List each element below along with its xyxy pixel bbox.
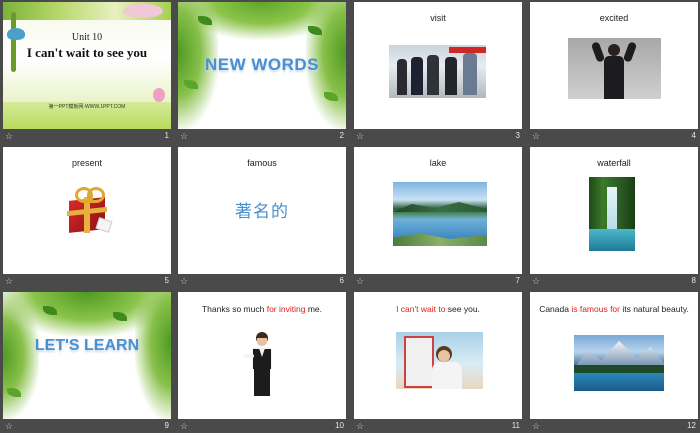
excited-photo <box>568 38 661 99</box>
slide-2-canvas: NEW WORDS <box>178 2 346 129</box>
mountain-lake-photo <box>574 335 664 391</box>
slide-3-canvas: visit <box>354 2 522 129</box>
slide-number: 6 <box>339 276 344 285</box>
slide-number: 1 <box>164 131 169 140</box>
slide-5-canvas: present <box>3 147 171 274</box>
star-icon[interactable]: ☆ <box>532 275 540 287</box>
slide-4-footer: ☆ 4 <box>530 129 698 143</box>
slide-7-footer: ☆ 7 <box>354 274 522 288</box>
slide-thumbnail-9[interactable]: LET'S LEARN ☆ 9 <box>3 292 171 431</box>
star-icon[interactable]: ☆ <box>5 275 13 287</box>
slide-1-unit: Unit 10 <box>71 32 103 43</box>
slide-6-chinese: 著名的 <box>235 202 289 221</box>
slide-number: 2 <box>339 131 344 140</box>
waiter-image <box>242 332 282 396</box>
slide-thumbnail-6[interactable]: famous 著名的 ☆ 6 <box>178 147 346 286</box>
slide-number: 8 <box>691 276 696 285</box>
slide-10-canvas: Thanks so much for inviting me. <box>178 292 346 419</box>
slide-5-footer: ☆ 5 <box>3 274 171 288</box>
star-icon[interactable]: ☆ <box>532 420 540 432</box>
slide-thumbnail-3[interactable]: visit ☆ 3 <box>354 2 522 141</box>
slide-number: 3 <box>515 131 520 140</box>
slide-number: 9 <box>164 421 169 430</box>
slide-1-canvas: Unit 10 I can't wait to see you 第一PPT模板网… <box>3 2 171 129</box>
waterfall-photo <box>589 177 635 251</box>
slide-8-footer: ☆ 8 <box>530 274 698 288</box>
thumbnail-grid: { "slides": [ {"num": "1", "unit": "Unit… <box>0 0 700 431</box>
slide-thumbnail-8[interactable]: waterfall ☆ 8 <box>530 147 698 286</box>
star-icon[interactable]: ☆ <box>356 130 364 142</box>
star-icon[interactable]: ☆ <box>532 130 540 142</box>
slide-thumbnail-2[interactable]: NEW WORDS ☆ 2 <box>178 2 346 141</box>
slide-8-word: waterfall <box>597 158 631 168</box>
slide-3-word: visit <box>430 13 446 23</box>
star-icon[interactable]: ☆ <box>356 275 364 287</box>
visit-photo <box>389 45 486 98</box>
lake-photo <box>393 182 487 246</box>
slide-number: 12 <box>687 421 696 430</box>
slide-11-sentence: I can't wait to see you. <box>396 304 480 314</box>
slide-number: 4 <box>691 131 696 140</box>
slide-thumbnail-4[interactable]: excited ☆ 4 <box>530 2 698 141</box>
slide-10-sentence: Thanks so much for inviting me. <box>201 304 322 314</box>
slide-4-canvas: excited <box>530 2 698 129</box>
slide-7-canvas: lake <box>354 147 522 274</box>
slide-thumbnail-1[interactable]: Unit 10 I can't wait to see you 第一PPT模板网… <box>3 2 171 141</box>
slide-1-title: I can't wait to see you <box>26 45 148 60</box>
slide-4-word: excited <box>599 13 629 23</box>
star-icon[interactable]: ☆ <box>5 420 13 432</box>
slide-11-canvas: I can't wait to see you. <box>354 292 522 419</box>
slide-12-sentence: Canada is famous for its natural beauty. <box>539 304 689 314</box>
slide-5-word: present <box>71 158 103 168</box>
star-icon[interactable]: ☆ <box>180 275 188 287</box>
slide-thumbnail-12[interactable]: Canada is famous for its natural beauty.… <box>530 292 698 431</box>
star-icon[interactable]: ☆ <box>356 420 364 432</box>
star-icon[interactable]: ☆ <box>180 420 188 432</box>
slide-thumbnail-10[interactable]: Thanks so much for inviting me. ☆ 10 <box>178 292 346 431</box>
slide-1-footer: ☆ 1 <box>3 129 171 143</box>
slide-8-canvas: waterfall <box>530 147 698 274</box>
slide-number: 11 <box>511 421 520 430</box>
slide-number: 5 <box>164 276 169 285</box>
slide-thumbnail-11[interactable]: I can't wait to see you. ☆ 11 <box>354 292 522 431</box>
slide-thumbnail-7[interactable]: lake ☆ 7 <box>354 147 522 286</box>
star-icon[interactable]: ☆ <box>5 130 13 142</box>
slide-6-word: famous <box>247 158 277 168</box>
waiting-girl-photo <box>396 332 483 389</box>
slide-3-footer: ☆ 3 <box>354 129 522 143</box>
slide-9-canvas: LET'S LEARN <box>3 292 171 419</box>
star-icon[interactable]: ☆ <box>180 130 188 142</box>
slide-1-site: 第一PPT模板网-WWW.1PPT.COM <box>48 104 126 110</box>
slide-9-heading: LET'S LEARN <box>34 337 140 354</box>
slide-6-footer: ☆ 6 <box>178 274 346 288</box>
slide-12-canvas: Canada is famous for its natural beauty. <box>530 292 698 419</box>
slide-number: 10 <box>335 421 344 430</box>
gift-box-image <box>63 183 113 237</box>
slide-6-canvas: famous 著名的 <box>178 147 346 274</box>
slide-7-word: lake <box>429 158 447 168</box>
slide-2-heading: NEW WORDS <box>204 55 320 74</box>
slide-thumbnail-5[interactable]: present ☆ 5 <box>3 147 171 286</box>
slide-2-footer: ☆ 2 <box>178 129 346 143</box>
slide-number: 7 <box>515 276 520 285</box>
